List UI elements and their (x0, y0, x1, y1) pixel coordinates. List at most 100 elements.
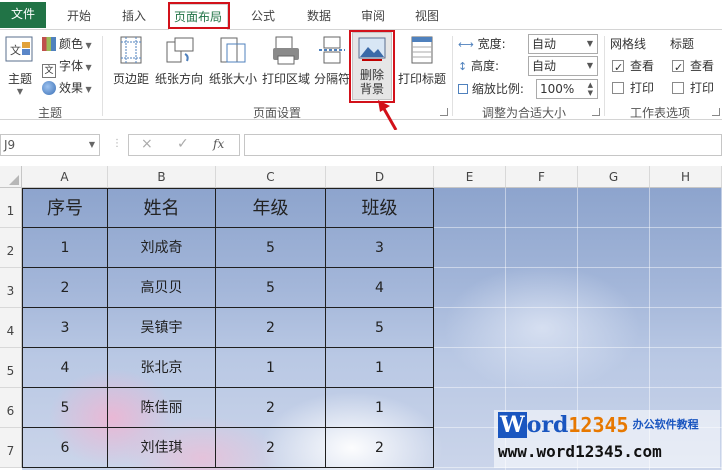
table-header-cell[interactable]: 序号 (22, 188, 108, 228)
table-cell[interactable]: 吴镇宇 (108, 308, 216, 348)
table-cell[interactable]: 2 (216, 428, 326, 468)
gridlines-print-checkbox[interactable]: 打印 (612, 78, 654, 98)
column-header-h[interactable]: H (650, 166, 722, 188)
breaks-button[interactable]: 分隔符 (312, 34, 352, 87)
width-dropdown[interactable]: 自动 ▼ (528, 34, 598, 54)
table-header-cell[interactable]: 年级 (216, 188, 326, 228)
ribbon: 文 主题 ▼ 颜色 ▼ 文字体 ▼ 效果 ▼ 主题 页边距 纸张方向 纸张大小 (0, 30, 722, 120)
watermark-url: www.word12345.com (498, 442, 662, 461)
table-cell[interactable]: 6 (22, 428, 108, 468)
column-header-c[interactable]: C (216, 166, 326, 188)
column-header-g[interactable]: G (578, 166, 650, 188)
tab-review[interactable]: 审阅 (350, 4, 396, 28)
gridlines-view-checkbox[interactable]: 查看 (612, 56, 654, 78)
tab-formulas[interactable]: 公式 (238, 4, 288, 28)
insert-function-icon[interactable]: fx (213, 137, 224, 151)
sheet-options-dialog-launcher[interactable] (712, 108, 720, 116)
page-size-icon (217, 34, 249, 66)
cancel-icon[interactable]: × (141, 136, 153, 152)
print-titles-button[interactable]: 打印标题 (396, 34, 448, 87)
checkbox-unchecked-icon (672, 82, 684, 94)
headings-label: 标题 (670, 37, 695, 51)
row-header-6[interactable]: 6 (0, 388, 22, 428)
delete-background-highlight-box (349, 30, 395, 103)
table-cell[interactable]: 1 (22, 228, 108, 268)
table-cell[interactable]: 张北京 (108, 348, 216, 388)
table-cell[interactable]: 1 (216, 348, 326, 388)
table-cell[interactable]: 刘成奇 (108, 228, 216, 268)
width-icon: ⟷ (458, 38, 474, 51)
row-header-2[interactable]: 2 (0, 228, 22, 268)
tab-file[interactable]: 文件 (0, 2, 46, 28)
scale-dialog-launcher[interactable] (592, 108, 600, 116)
page-layout-highlight-box (168, 2, 230, 29)
row-header-4[interactable]: 4 (0, 308, 22, 348)
orientation-button[interactable]: 纸张方向 (152, 34, 206, 87)
tab-view[interactable]: 视图 (404, 4, 450, 28)
colors-button[interactable]: 颜色 ▼ (42, 34, 92, 54)
scale-spinner[interactable]: 100% ▲ ▼ (536, 79, 598, 99)
table-cell[interactable]: 3 (326, 228, 434, 268)
headings-print-checkbox[interactable]: 打印 (672, 78, 714, 98)
table-cell[interactable]: 4 (22, 348, 108, 388)
table-cell[interactable]: 高贝贝 (108, 268, 216, 308)
row-header-7[interactable]: 7 (0, 428, 22, 468)
table-cell[interactable]: 刘佳琪 (108, 428, 216, 468)
table-cell[interactable]: 5 (216, 228, 326, 268)
height-dropdown[interactable]: 自动 ▼ (528, 56, 598, 76)
table-cell[interactable]: 2 (216, 388, 326, 428)
fonts-label: 字体 (59, 59, 84, 73)
themes-label: 主题 (7, 72, 32, 86)
scale-value: 100% (540, 82, 575, 96)
enter-icon[interactable]: ✓ (177, 136, 189, 152)
row-header-3[interactable]: 3 (0, 268, 22, 308)
checkbox-checked-icon (672, 58, 684, 78)
column-header-b[interactable]: B (108, 166, 216, 188)
tab-data[interactable]: 数据 (296, 4, 342, 28)
gridlines-label: 网格线 (610, 37, 647, 51)
separator (452, 36, 453, 116)
table-cell[interactable]: 5 (216, 268, 326, 308)
themes-button[interactable]: 文 主题 ▼ (4, 34, 36, 96)
width-label-row: ⟷ 宽度: (458, 34, 506, 54)
table-header-cell[interactable]: 班级 (326, 188, 434, 228)
name-box[interactable]: J9 ▼ (0, 134, 100, 156)
print-area-button[interactable]: 打印区域 (260, 34, 312, 87)
table-cell[interactable]: 5 (22, 388, 108, 428)
watermark-number: 12345 (568, 413, 629, 437)
headings-view-label: 查看 (690, 59, 715, 73)
table-header-cell[interactable]: 姓名 (108, 188, 216, 228)
table-cell[interactable]: 1 (326, 388, 434, 428)
column-header-e[interactable]: E (434, 166, 506, 188)
print-area-icon (270, 34, 302, 66)
watermark-word: ord (526, 412, 569, 438)
page-setup-dialog-launcher[interactable] (440, 108, 448, 116)
tab-insert[interactable]: 插入 (110, 4, 158, 28)
table-cell[interactable]: 5 (326, 308, 434, 348)
table-cell[interactable]: 陈佳丽 (108, 388, 216, 428)
effects-button[interactable]: 效果 ▼ (42, 78, 92, 98)
row-header-5[interactable]: 5 (0, 348, 22, 388)
tab-home[interactable]: 开始 (54, 4, 104, 28)
formula-input[interactable] (244, 134, 722, 156)
scale-label: 缩放比例: (471, 82, 524, 96)
table-cell[interactable]: 2 (22, 268, 108, 308)
row-header-1[interactable]: 1 (0, 188, 22, 228)
formula-bar: J9 ▼ ⋮ × ✓ fx (0, 130, 722, 160)
column-header-d[interactable]: D (326, 166, 434, 188)
size-button[interactable]: 纸张大小 (206, 34, 260, 87)
table-cell[interactable]: 2 (326, 428, 434, 468)
margins-button[interactable]: 页边距 (108, 34, 154, 87)
table-cell[interactable]: 2 (216, 308, 326, 348)
column-header-a[interactable]: A (22, 166, 108, 188)
effects-label: 效果 (59, 81, 84, 95)
gridline (434, 347, 722, 348)
column-header-f[interactable]: F (506, 166, 578, 188)
table-cell[interactable]: 3 (22, 308, 108, 348)
fonts-button[interactable]: 文字体 ▼ (42, 56, 92, 78)
table-cell[interactable]: 4 (326, 268, 434, 308)
select-all-corner[interactable] (0, 166, 22, 188)
table-cell[interactable]: 1 (326, 348, 434, 388)
spinner-arrows-icon: ▲ ▼ (587, 81, 593, 97)
headings-view-checkbox[interactable]: 查看 (672, 56, 715, 78)
